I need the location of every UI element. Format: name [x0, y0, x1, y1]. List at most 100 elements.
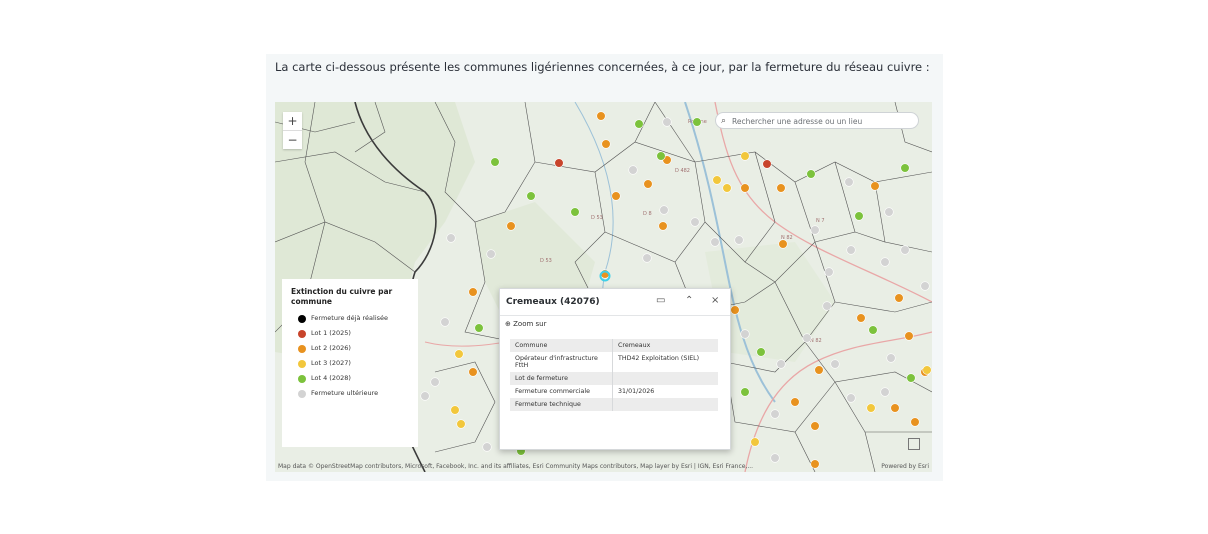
commune-marker[interactable] [846, 245, 856, 255]
commune-marker[interactable] [806, 169, 816, 179]
commune-marker[interactable] [822, 301, 832, 311]
close-icon[interactable]: × [711, 295, 719, 306]
commune-marker[interactable] [634, 119, 644, 129]
dock-icon[interactable]: ▭ [656, 295, 665, 306]
commune-marker[interactable] [846, 393, 856, 403]
commune-marker[interactable] [490, 157, 500, 167]
feature-popup: Cremeaux (42076) ▭ ⌃ × ⊕ Zoom sur Commun… [499, 288, 731, 450]
commune-marker[interactable] [770, 409, 780, 419]
commune-marker[interactable] [446, 233, 456, 243]
commune-marker[interactable] [611, 191, 621, 201]
commune-marker[interactable] [740, 329, 750, 339]
commune-marker[interactable] [814, 365, 824, 375]
commune-marker[interactable] [776, 183, 786, 193]
commune-marker[interactable] [844, 177, 854, 187]
attr-key: Lot de fermeture [510, 372, 613, 385]
commune-marker[interactable] [910, 417, 920, 427]
commune-marker[interactable] [468, 287, 478, 297]
commune-marker[interactable] [740, 387, 750, 397]
commune-marker[interactable] [440, 317, 450, 327]
commune-marker[interactable] [900, 163, 910, 173]
commune-marker[interactable] [880, 257, 890, 267]
attr-value: 31/01/2026 [618, 388, 655, 395]
commune-marker[interactable] [868, 325, 878, 335]
commune-marker[interactable] [802, 333, 812, 343]
table-row: Commune Cremeaux [510, 339, 718, 352]
map-view[interactable]: Roanne D 53 D 8 D 53 D 482 N 7 N 82 N 82… [275, 102, 932, 472]
zoom-to-button[interactable]: ⊕ Zoom sur [505, 320, 546, 328]
commune-marker[interactable] [628, 165, 638, 175]
commune-marker[interactable] [710, 237, 720, 247]
commune-marker[interactable] [734, 235, 744, 245]
commune-marker[interactable] [880, 387, 890, 397]
commune-marker[interactable] [906, 373, 916, 383]
commune-marker[interactable] [420, 391, 430, 401]
commune-marker[interactable] [790, 397, 800, 407]
commune-marker[interactable] [890, 403, 900, 413]
commune-marker[interactable] [656, 151, 666, 161]
commune-marker[interactable] [450, 405, 460, 415]
commune-marker[interactable] [486, 249, 496, 259]
search-input[interactable]: ⌕ Rechercher une adresse ou un lieu [715, 112, 919, 129]
commune-marker[interactable] [570, 207, 580, 217]
commune-marker[interactable] [712, 175, 722, 185]
fullscreen-icon[interactable] [908, 438, 920, 450]
commune-marker[interactable] [468, 367, 478, 377]
commune-marker[interactable] [601, 139, 611, 149]
commune-marker[interactable] [810, 225, 820, 235]
legend-swatch [298, 390, 306, 398]
commune-marker[interactable] [856, 313, 866, 323]
commune-marker[interactable] [454, 349, 464, 359]
commune-marker[interactable] [730, 305, 740, 315]
commune-marker[interactable] [778, 239, 788, 249]
commune-marker[interactable] [854, 211, 864, 221]
commune-marker[interactable] [506, 221, 516, 231]
zoom-in-button[interactable]: + [283, 112, 302, 130]
commune-marker[interactable] [642, 253, 652, 263]
commune-marker[interactable] [922, 365, 932, 375]
commune-marker[interactable] [810, 459, 820, 469]
commune-marker[interactable] [824, 267, 834, 277]
commune-marker[interactable] [482, 442, 492, 452]
legend-label: Lot 2 (2026) [311, 344, 351, 352]
commune-marker[interactable] [722, 183, 732, 193]
commune-marker[interactable] [776, 359, 786, 369]
commune-marker[interactable] [643, 179, 653, 189]
commune-marker[interactable] [430, 377, 440, 387]
commune-marker[interactable] [870, 181, 880, 191]
content-panel: La carte ci-dessous présente les commune… [266, 54, 943, 481]
commune-marker[interactable] [596, 111, 606, 121]
commune-marker[interactable] [810, 421, 820, 431]
powered-by[interactable]: Powered by Esri [881, 463, 929, 470]
commune-marker[interactable] [474, 323, 484, 333]
commune-marker[interactable] [662, 117, 672, 127]
commune-marker[interactable] [756, 347, 766, 357]
commune-marker[interactable] [920, 281, 930, 291]
collapse-icon[interactable]: ⌃ [685, 295, 693, 306]
commune-marker[interactable] [690, 217, 700, 227]
zoom-to-label: Zoom sur [513, 320, 547, 328]
commune-marker[interactable] [658, 221, 668, 231]
commune-marker[interactable] [762, 159, 772, 169]
commune-marker[interactable] [886, 353, 896, 363]
commune-marker[interactable] [692, 117, 702, 127]
commune-marker[interactable] [750, 437, 760, 447]
legend-label: Lot 1 (2025) [311, 329, 351, 337]
commune-marker[interactable] [740, 151, 750, 161]
legend-label: Lot 3 (2027) [311, 359, 351, 367]
commune-marker[interactable] [526, 191, 536, 201]
commune-marker[interactable] [456, 419, 466, 429]
commune-marker[interactable] [904, 331, 914, 341]
commune-marker[interactable] [740, 183, 750, 193]
commune-marker[interactable] [770, 453, 780, 463]
attr-key: Fermeture technique [510, 398, 613, 411]
commune-marker[interactable] [900, 245, 910, 255]
popup-divider [500, 315, 730, 316]
commune-marker[interactable] [866, 403, 876, 413]
commune-marker[interactable] [830, 359, 840, 369]
commune-marker[interactable] [659, 205, 669, 215]
commune-marker[interactable] [894, 293, 904, 303]
commune-marker[interactable] [554, 158, 564, 168]
zoom-out-button[interactable]: − [283, 130, 302, 149]
commune-marker[interactable] [884, 207, 894, 217]
